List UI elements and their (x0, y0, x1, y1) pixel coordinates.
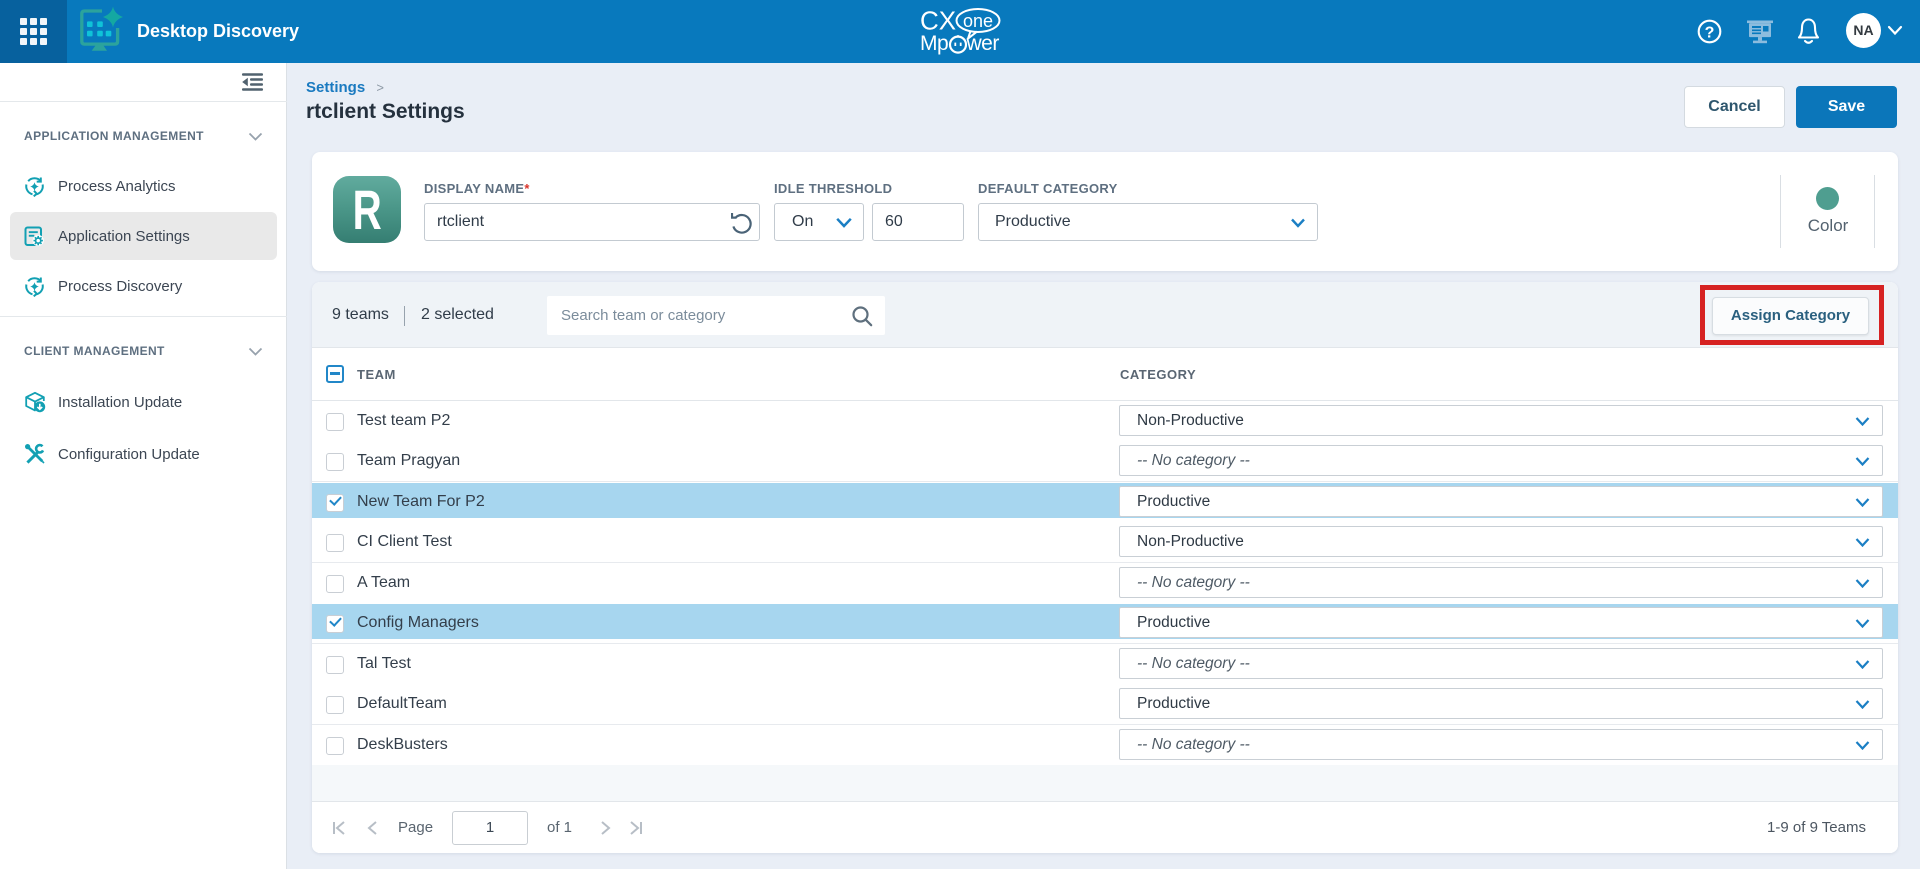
svg-text:one: one (963, 11, 993, 31)
svg-text:?: ? (1705, 25, 1715, 42)
svg-text:Mp: Mp (920, 32, 948, 55)
svg-text:wer: wer (966, 32, 1000, 55)
